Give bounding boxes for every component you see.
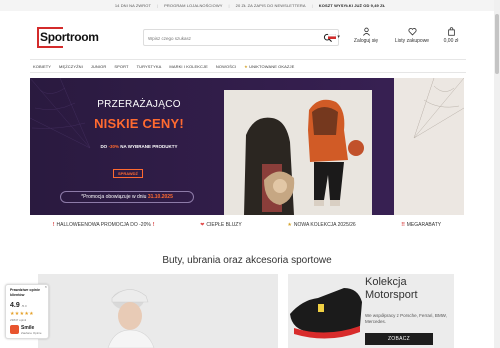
banner-headline-1: PRZERAŻAJĄCO (97, 99, 181, 110)
wishlist-button[interactable]: Listy zakupowe (390, 27, 434, 44)
section-title: Buty, ubrania oraz akcesoria sportowe (162, 255, 332, 266)
motorsport-title: Kolekcja Motorsport (365, 276, 418, 301)
search-input[interactable] (148, 33, 313, 43)
nav-item-okazje[interactable]: ★ UNIKTOWANE OKAZJE (244, 64, 294, 69)
sportroom-logo[interactable]: Sportroom (37, 27, 101, 48)
star-icon: ★ (244, 63, 248, 69)
flag-icon (327, 34, 337, 40)
nav-item-junior[interactable]: JUNIOR (91, 64, 107, 69)
cart-button[interactable]: 0,00 zł (435, 27, 467, 44)
site-header: Sportroom ▾ Zaloguj się Listy zakupowe (30, 22, 466, 54)
banner-headline-2: NISKIE CENY! (94, 116, 184, 131)
nav-item-mezczyzni[interactable]: MĘŻCZYŹNI (59, 64, 83, 69)
search-box (143, 29, 339, 46)
feature-bluzy[interactable]: ❤ CIEPŁE BLUZY (200, 222, 242, 228)
zobacz-button[interactable]: ZOBACZ (365, 333, 433, 345)
nav-item-nowosci[interactable]: NOWOŚCI (216, 64, 236, 69)
feature-kolekcja[interactable]: ★ NOWA KOLEKCJA 2025/26 (287, 222, 355, 228)
nav-item-kobiety[interactable]: KOBIETY (33, 64, 51, 69)
heart-icon (407, 28, 417, 36)
hero-banner[interactable]: PRZERAŻAJĄCO NISKIE CENY! DO -30% NA WYB… (30, 78, 464, 215)
banner-photo (224, 90, 372, 215)
user-icon (362, 27, 370, 36)
top-info-bar: 14 DNI NA ZWROT | PROGRAM LOJALNOŚCIOWY … (0, 0, 500, 11)
reviews-brand-sub: Zaufane Opinie (21, 331, 42, 335)
sprawdz-button[interactable]: SPRAWDŹ (113, 169, 143, 178)
features-bar: ! HALLOWEENOWA PROMOCJA DO -20%! ❤ CIEPŁE … (30, 219, 464, 231)
chevron-down-icon: ▾ (337, 34, 340, 40)
feature-halloween[interactable]: ! HALLOWEENOWA PROMOCJA DO -20%! (53, 222, 155, 228)
topbar-item[interactable]: PROGRAM LOJALNOŚCIOWY (164, 3, 222, 8)
promo-note: *Promocja obowiązuje w dniu 31.10.2025 (60, 191, 194, 203)
exclamation-icon: ! (152, 222, 155, 228)
bag-icon (447, 27, 455, 36)
spiderweb-decoration (413, 78, 464, 139)
reviews-title: Prawdziwe opinie klientów (10, 288, 40, 297)
topbar-shipping[interactable]: KOSZT WYSYŁKI JUŻ OD 9,49 ZŁ (319, 3, 385, 8)
nav-item-turystyka[interactable]: TURYSTYKA (137, 64, 162, 69)
reviews-count: 23847 opinii (10, 318, 27, 322)
login-button[interactable]: Zaloguj się (344, 27, 388, 44)
feature-megarabaty[interactable]: !! MEGARABATY (401, 222, 441, 228)
page-scrollbar[interactable] (494, 0, 500, 348)
language-selector[interactable]: ▾ (327, 34, 340, 40)
star-icon: ★ (287, 222, 292, 228)
smile-logo-icon (10, 325, 19, 334)
close-icon[interactable]: × (45, 284, 47, 289)
model-cap-image (38, 274, 278, 348)
banner-subline: DO -30% NA WYBRANE PRODUKTY (100, 144, 178, 149)
motorsport-desc: We współpracy z Porsche, Ferrari, BMW, M… (365, 313, 447, 324)
reviews-score: 4.9 /5.0 (10, 302, 27, 309)
topbar-item[interactable]: 20 ZŁ ZA ZAPIS DO NEWSLETTERA (236, 3, 306, 8)
exclamation-icon: ! (52, 222, 55, 228)
apparel-card[interactable] (38, 274, 278, 348)
reviews-widget[interactable]: Prawdziwe opinie klientów × 4.9 /5.0 ★★★… (5, 284, 49, 339)
models-image (224, 90, 372, 215)
scrollbar-thumb[interactable] (495, 14, 499, 74)
exclamation-icon: !! (401, 222, 405, 228)
rating-stars: ★★★★★ (10, 311, 34, 317)
nav-item-marki[interactable]: MARKI I KOLEKCJE (169, 64, 208, 69)
nav-item-sport[interactable]: SPORT (114, 64, 128, 69)
ferrari-shoe-image (288, 274, 364, 348)
topbar-item[interactable]: 14 DNI NA ZWROT (115, 3, 151, 8)
banner-right-bg (394, 78, 464, 215)
main-nav: KOBIETY MĘŻCZYŹNI JUNIOR SPORT TURYSTYKA… (30, 59, 466, 73)
motorsport-card[interactable]: Kolekcja Motorsport We współpracy z Pors… (288, 274, 454, 348)
heart-icon: ❤ (200, 222, 205, 228)
